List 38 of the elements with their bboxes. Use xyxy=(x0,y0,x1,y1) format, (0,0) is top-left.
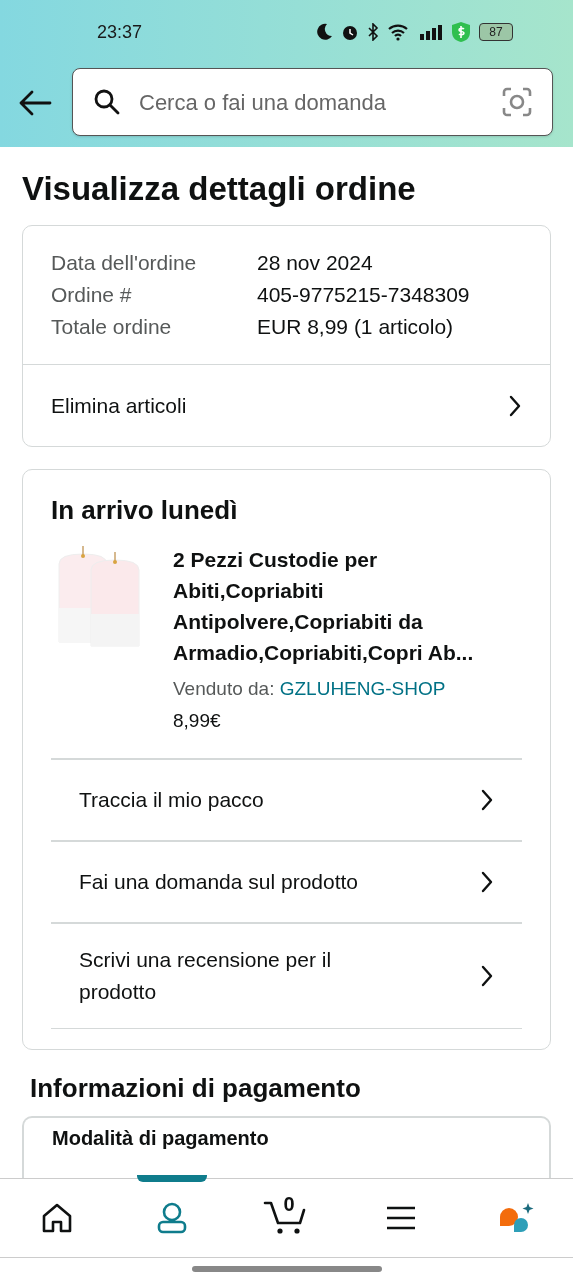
seller-line: Venduto da: GZLUHENG-SHOP xyxy=(173,677,447,701)
order-field-label: Ordine # xyxy=(51,282,133,308)
status-time: 23:37 xyxy=(97,20,143,44)
camera-icon[interactable] xyxy=(502,87,532,117)
chevron-right-icon xyxy=(480,871,494,893)
cart-count: 0 xyxy=(283,1194,295,1214)
selected-tab-indicator xyxy=(136,1175,207,1182)
order-field-value: 28 nov 2024 xyxy=(257,250,373,276)
delete-items-row[interactable]: Elimina articoli xyxy=(23,364,550,446)
battery-indicator: 87 xyxy=(479,23,513,41)
order-field-label: Totale ordine xyxy=(51,314,173,340)
action-row[interactable]: Scrivi una recensione per il prodotto xyxy=(51,922,522,1028)
order-field-label: Data dell'ordine xyxy=(51,250,198,276)
nav-tab[interactable]: 0 xyxy=(229,1179,344,1257)
signal-icon xyxy=(419,24,443,40)
seller-link[interactable]: GZLUHENG-SHOP xyxy=(279,678,446,699)
product-title[interactable]: 2 Pezzi Custodie per Abiti,Copriabiti Antipolvere,Copriabiti da Armadio,Copriabiti,Copri Ab... xyxy=(173,544,522,668)
search-input[interactable]: Cerca o fai una domanda xyxy=(139,85,484,119)
page-title: Visualizza dettagli ordine xyxy=(22,169,417,209)
chevron-right-icon xyxy=(480,789,494,811)
order-field-value: EUR 8,99 (1 articolo) xyxy=(257,314,454,340)
action-row[interactable]: Traccia il mio pacco xyxy=(51,758,522,840)
chevron-right-icon xyxy=(508,394,522,417)
shield-icon xyxy=(451,21,471,43)
delivery-heading: In arrivo lunedì xyxy=(51,494,239,526)
order-field-value: 405-9775215-7348309 xyxy=(257,282,470,308)
menu-icon xyxy=(385,1205,418,1231)
back-arrow-icon[interactable] xyxy=(18,90,52,116)
moon-icon xyxy=(315,23,333,41)
alarm-icon xyxy=(341,23,359,41)
payment-method-title: Modalità di pagamento xyxy=(52,1127,269,1149)
bluetooth-icon xyxy=(367,23,379,41)
payment-heading: Informazioni di pagamento xyxy=(30,1072,362,1104)
search-field[interactable]: Cerca o fai una domanda xyxy=(72,68,553,136)
action-row[interactable]: Fai una domanda sul prodotto xyxy=(51,840,522,922)
search-icon xyxy=(93,88,121,116)
chevron-right-icon xyxy=(480,965,494,987)
product-price: 8,99€ xyxy=(173,709,222,733)
